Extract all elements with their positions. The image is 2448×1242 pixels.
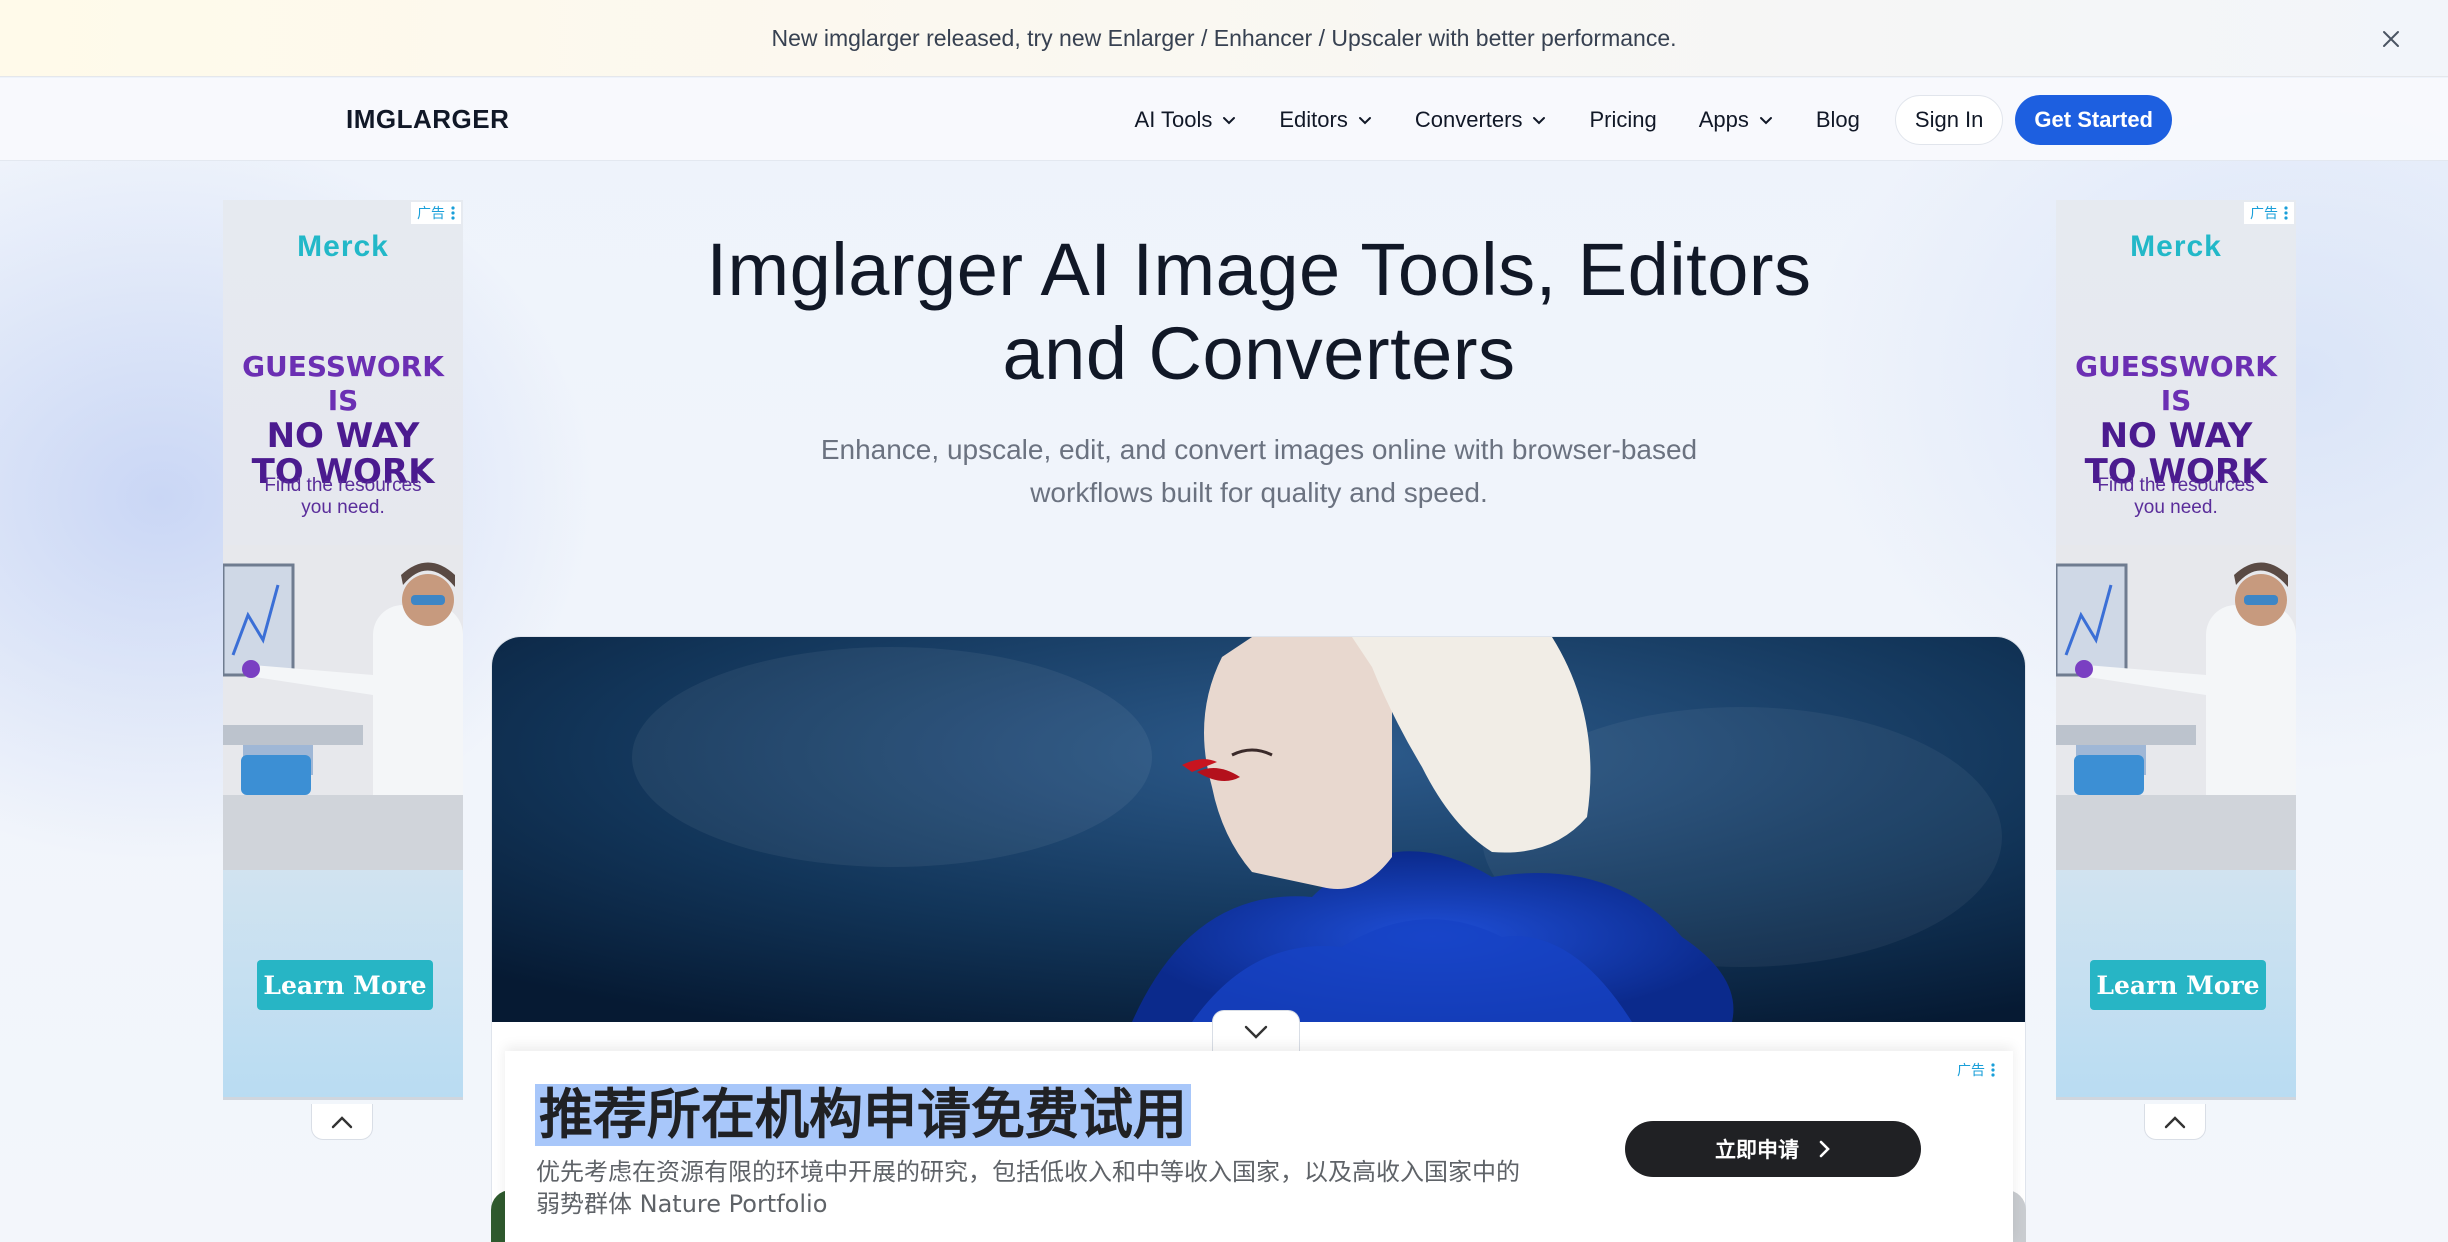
ad-badge-label: 广告 bbox=[2250, 205, 2278, 221]
chevron-up-icon bbox=[331, 1115, 353, 1128]
bottom-ad-description-line: 弱势群体 Nature Portfolio bbox=[536, 1190, 828, 1218]
nav-converters[interactable]: Converters bbox=[1394, 96, 1569, 144]
ad-copy-line: Find the resources bbox=[2097, 475, 2255, 496]
ad-badge-label: 广告 bbox=[417, 205, 445, 221]
bottom-ad-collapse-button[interactable] bbox=[1212, 1010, 1300, 1052]
nav-apps[interactable]: Apps bbox=[1678, 96, 1795, 144]
more-options-icon bbox=[1991, 1063, 1995, 1077]
nav-label: Blog bbox=[1815, 106, 1860, 132]
ad-copy: Find the resources you need. bbox=[223, 475, 463, 519]
ad-brand-logo: Merck bbox=[2130, 230, 2222, 263]
chevron-down-icon bbox=[1533, 116, 1546, 124]
page-title-line1: Imglarger AI Image Tools, Editors bbox=[706, 228, 1812, 311]
ad-lab-scientist-image bbox=[223, 545, 463, 870]
chevron-down-icon bbox=[1244, 1025, 1268, 1039]
chevron-up-icon bbox=[2164, 1115, 2186, 1128]
nav-ai-tools[interactable]: AI Tools bbox=[1114, 96, 1259, 144]
bottom-ad-description: 优先考虑在资源有限的环境中开展的研究，包括低收入和中等收入国家，以及高收入国家中… bbox=[536, 1156, 1586, 1220]
right-side-ad[interactable]: 广告 Merck GUESSWORK IS NO WAY TO WORK Fin… bbox=[2056, 200, 2296, 1100]
logo[interactable]: IMGLARGER bbox=[346, 96, 509, 142]
bottom-ad-title[interactable]: 推荐所在机构申请免费试用 bbox=[535, 1084, 1191, 1146]
ad-brand-logo: Merck bbox=[297, 230, 389, 263]
page-title: Imglarger AI Image Tools, Editors and Co… bbox=[524, 228, 1994, 396]
ad-copy-line: you need. bbox=[2134, 497, 2218, 518]
bottom-ad-apply-button[interactable]: 立即申请 bbox=[1625, 1121, 1921, 1177]
ad-badge[interactable]: 广告 bbox=[1951, 1059, 2001, 1081]
ad-copy-line: Find the resources bbox=[264, 475, 422, 496]
nav-label: Apps bbox=[1698, 106, 1749, 132]
nav-label: Converters bbox=[1414, 106, 1523, 132]
right-ad-collapse-button[interactable] bbox=[2144, 1104, 2206, 1140]
page-subtitle-line1: Enhance, upscale, edit, and convert imag… bbox=[820, 434, 1698, 465]
page-subtitle-line2: workflows built for quality and speed. bbox=[1030, 477, 1488, 508]
chevron-down-icon bbox=[1358, 116, 1371, 124]
ad-copy-line: you need. bbox=[301, 497, 385, 518]
page-subtitle: Enhance, upscale, edit, and convert imag… bbox=[724, 428, 1794, 514]
announcement-text: New imglarger released, try new Enlarger… bbox=[771, 24, 1677, 51]
left-ad-collapse-button[interactable] bbox=[311, 1104, 373, 1140]
ad-badge-label: 广告 bbox=[1957, 1062, 1985, 1078]
nav-label: AI Tools bbox=[1134, 106, 1213, 132]
nav-pricing[interactable]: Pricing bbox=[1568, 96, 1677, 144]
ad-headline: GUESSWORK IS NO WAY TO WORK bbox=[223, 350, 463, 490]
get-started-button[interactable]: Get Started bbox=[2015, 94, 2172, 145]
announcement-banner: New imglarger released, try new Enlarger… bbox=[0, 0, 2448, 77]
chevron-down-icon bbox=[1759, 116, 1772, 124]
ad-headline-line: NO WAY bbox=[266, 416, 420, 456]
ad-headline-line: GUESSWORK IS bbox=[2075, 350, 2277, 417]
navbar: IMGLARGER AI Tools Editors Converters Pr… bbox=[0, 78, 2448, 161]
ad-headline-line: GUESSWORK IS bbox=[242, 350, 444, 417]
showcase-portrait-image bbox=[492, 637, 2025, 1022]
page-title-line2: and Converters bbox=[1002, 312, 1516, 395]
nav-editors[interactable]: Editors bbox=[1258, 96, 1393, 144]
bottom-ad-apply-label: 立即申请 bbox=[1715, 1138, 1799, 1162]
close-icon bbox=[2383, 31, 2399, 47]
ad-copy: Find the resources you need. bbox=[2056, 475, 2296, 519]
left-side-ad[interactable]: 广告 Merck GUESSWORK IS NO WAY TO WORK Fin… bbox=[223, 200, 463, 1100]
chevron-right-icon bbox=[1819, 1140, 1830, 1158]
bottom-ad-description-line: 优先考虑在资源有限的环境中开展的研究，包括低收入和中等收入国家，以及高收入国家中… bbox=[536, 1158, 1520, 1186]
nav-blog[interactable]: Blog bbox=[1795, 96, 1881, 144]
close-announcement-button[interactable] bbox=[2374, 22, 2408, 56]
ad-learn-more-button[interactable]: Learn More bbox=[2090, 960, 2266, 1010]
nav-label: Editors bbox=[1279, 106, 1348, 132]
more-options-icon bbox=[451, 206, 455, 220]
bottom-anchor-ad[interactable]: 广告 推荐所在机构申请免费试用 优先考虑在资源有限的环境中开展的研究，包括低收入… bbox=[505, 1051, 2013, 1242]
nav-label: Pricing bbox=[1589, 106, 1657, 132]
chevron-down-icon bbox=[1223, 116, 1236, 124]
ad-badge[interactable]: 广告 bbox=[411, 202, 461, 224]
sign-in-button[interactable]: Sign In bbox=[1894, 94, 2004, 145]
ad-badge[interactable]: 广告 bbox=[2244, 202, 2294, 224]
ad-lab-scientist-image bbox=[2056, 545, 2296, 870]
nav-links: AI Tools Editors Converters Pricing Apps… bbox=[1114, 78, 2172, 161]
ad-headline-line: NO WAY bbox=[2099, 416, 2253, 456]
ad-learn-more-button[interactable]: Learn More bbox=[257, 960, 433, 1010]
ad-headline: GUESSWORK IS NO WAY TO WORK bbox=[2056, 350, 2296, 490]
more-options-icon bbox=[2284, 206, 2288, 220]
